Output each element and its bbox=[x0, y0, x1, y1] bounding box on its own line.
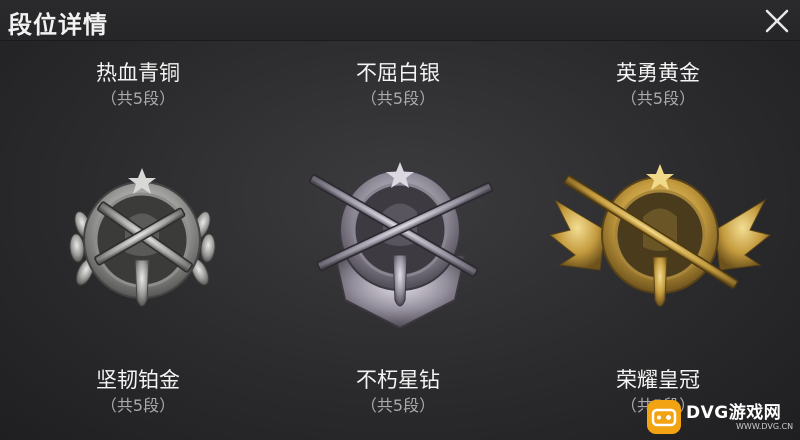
rank-name: 荣耀皇冠 bbox=[616, 368, 700, 392]
rank-card-platinum[interactable]: 坚韧铂金 （共5段） bbox=[38, 367, 238, 417]
rank-card-diamond[interactable]: 不朽星钻 （共5段） bbox=[298, 367, 498, 417]
platinum-badge-icon[interactable] bbox=[55, 160, 230, 325]
rank-card-silver[interactable]: 不屈白银 （共5段） bbox=[298, 60, 498, 110]
rank-card-gold[interactable]: 英勇黄金 （共5段） bbox=[558, 60, 758, 110]
rank-sub: （共5段） bbox=[100, 396, 176, 415]
rank-name: 不朽星钻 bbox=[356, 368, 440, 392]
rank-sub: （共5段） bbox=[360, 396, 436, 415]
watermark-text: DVG游戏网 bbox=[686, 403, 782, 423]
watermark-url: WWW.DVG.CN bbox=[736, 422, 794, 431]
rank-sub: （共5段） bbox=[100, 89, 176, 108]
rank-name: 英勇黄金 bbox=[616, 61, 700, 85]
rank-card-bronze[interactable]: 热血青铜 （共5段） bbox=[38, 60, 238, 110]
rank-name: 不屈白银 bbox=[356, 61, 440, 85]
site-watermark: DVG游戏网 WWW.DVG.CN bbox=[640, 395, 800, 440]
rank-sub: （共5段） bbox=[620, 89, 696, 108]
rank-name: 热血青铜 bbox=[96, 61, 180, 85]
gold-badge-icon[interactable] bbox=[545, 160, 775, 325]
diamond-badge-icon[interactable] bbox=[290, 160, 510, 335]
header-bar: 段位详情 bbox=[0, 0, 800, 41]
dvg-logo-icon bbox=[647, 400, 681, 434]
page-title: 段位详情 bbox=[8, 11, 108, 39]
close-icon[interactable] bbox=[762, 6, 792, 36]
rank-name: 坚韧铂金 bbox=[96, 368, 180, 392]
rank-sub: （共5段） bbox=[360, 89, 436, 108]
